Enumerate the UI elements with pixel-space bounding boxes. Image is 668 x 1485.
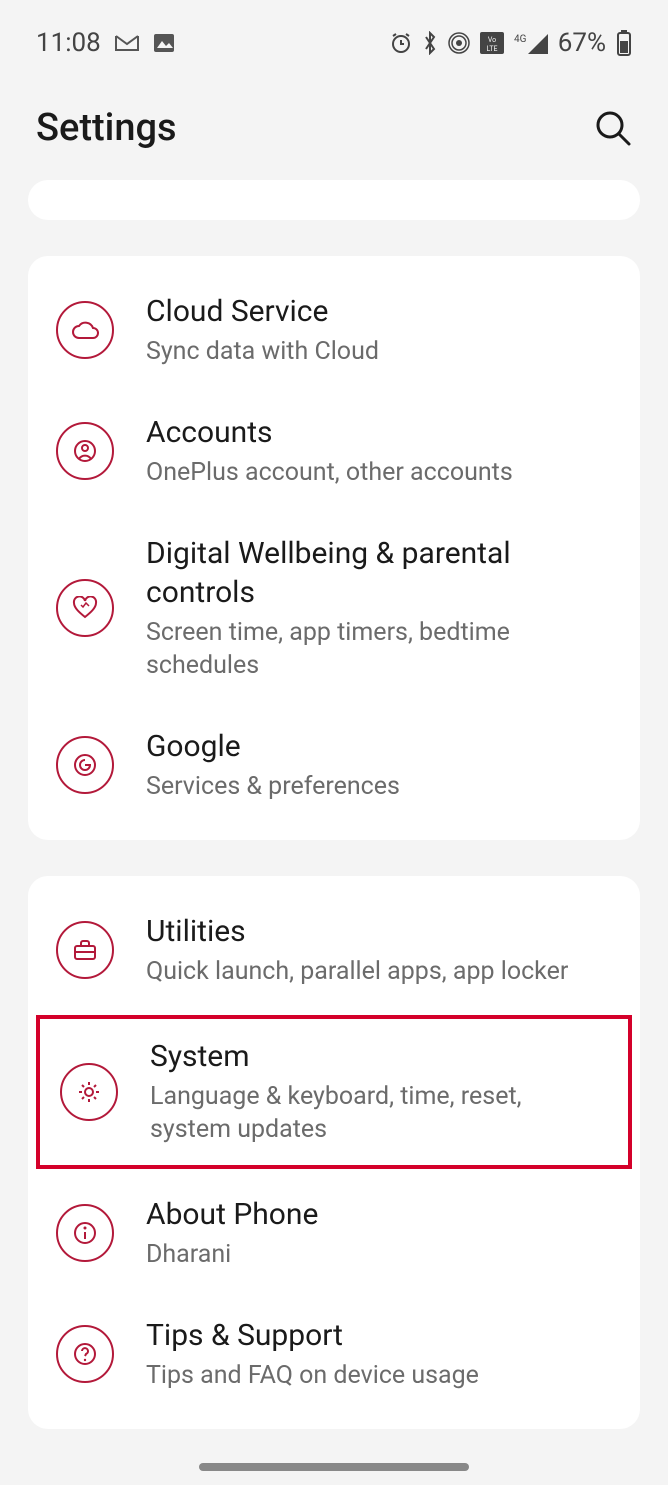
status-time: 11:08 <box>36 28 101 58</box>
settings-item-about-phone[interactable]: About Phone Dharani <box>28 1173 640 1294</box>
item-subtitle: Language & keyboard, time, reset, system… <box>150 1080 608 1148</box>
item-subtitle: Quick launch, parallel apps, app locker <box>146 955 612 989</box>
heart-icon <box>56 579 114 637</box>
item-title: Utilities <box>146 912 612 951</box>
card-partial-top <box>28 180 640 220</box>
settings-group-system: Utilities Quick launch, parallel apps, a… <box>28 876 640 1429</box>
bluetooth-icon <box>422 31 438 55</box>
signal-icon: 4G <box>514 32 548 54</box>
search-button[interactable] <box>594 109 632 147</box>
settings-group-accounts: Cloud Service Sync data with Cloud Accou… <box>28 256 640 840</box>
svg-text:Vo: Vo <box>488 36 496 44</box>
item-title: Tips & Support <box>146 1316 612 1355</box>
battery-text: 67% <box>558 28 606 58</box>
svg-text:4G: 4G <box>514 34 527 45</box>
item-title: System <box>150 1037 608 1076</box>
google-icon <box>56 736 114 794</box>
settings-item-system[interactable]: System Language & keyboard, time, reset,… <box>36 1015 632 1170</box>
settings-item-cloud-service[interactable]: Cloud Service Sync data with Cloud <box>28 270 640 391</box>
battery-icon <box>616 30 632 56</box>
item-title: Cloud Service <box>146 292 612 331</box>
cloud-icon <box>56 301 114 359</box>
settings-item-tips-support[interactable]: Tips & Support Tips and FAQ on device us… <box>28 1294 640 1415</box>
item-subtitle: Tips and FAQ on device usage <box>146 1359 612 1393</box>
info-icon <box>56 1204 114 1262</box>
settings-item-utilities[interactable]: Utilities Quick launch, parallel apps, a… <box>28 890 640 1011</box>
photos-icon <box>153 33 175 53</box>
gear-icon <box>60 1063 118 1121</box>
briefcase-icon <box>56 921 114 979</box>
volte-icon: VoLTE <box>480 32 504 54</box>
settings-content: Cloud Service Sync data with Cloud Accou… <box>0 180 668 1429</box>
gmail-icon <box>115 34 139 52</box>
settings-item-digital-wellbeing[interactable]: Digital Wellbeing & parental controls Sc… <box>28 512 640 706</box>
item-subtitle: Services & preferences <box>146 770 612 804</box>
page-title: Settings <box>36 106 177 150</box>
question-icon <box>56 1325 114 1383</box>
status-bar: 11:08 VoLTE 4G 67% <box>0 0 668 70</box>
item-title: Google <box>146 727 612 766</box>
person-icon <box>56 422 114 480</box>
app-header: Settings <box>0 70 668 180</box>
item-title: Accounts <box>146 413 612 452</box>
nav-handle[interactable] <box>199 1463 469 1471</box>
item-subtitle: Sync data with Cloud <box>146 335 612 369</box>
svg-text:LTE: LTE <box>486 45 497 53</box>
item-title: Digital Wellbeing & parental controls <box>146 534 612 612</box>
item-title: About Phone <box>146 1195 612 1234</box>
settings-item-google[interactable]: Google Services & preferences <box>28 705 640 826</box>
item-subtitle: Screen time, app timers, bedtime schedul… <box>146 616 612 684</box>
settings-item-accounts[interactable]: Accounts OnePlus account, other accounts <box>28 391 640 512</box>
hotspot-icon <box>448 32 470 54</box>
alarm-icon <box>390 32 412 54</box>
item-subtitle: OnePlus account, other accounts <box>146 456 612 490</box>
item-subtitle: Dharani <box>146 1238 612 1272</box>
